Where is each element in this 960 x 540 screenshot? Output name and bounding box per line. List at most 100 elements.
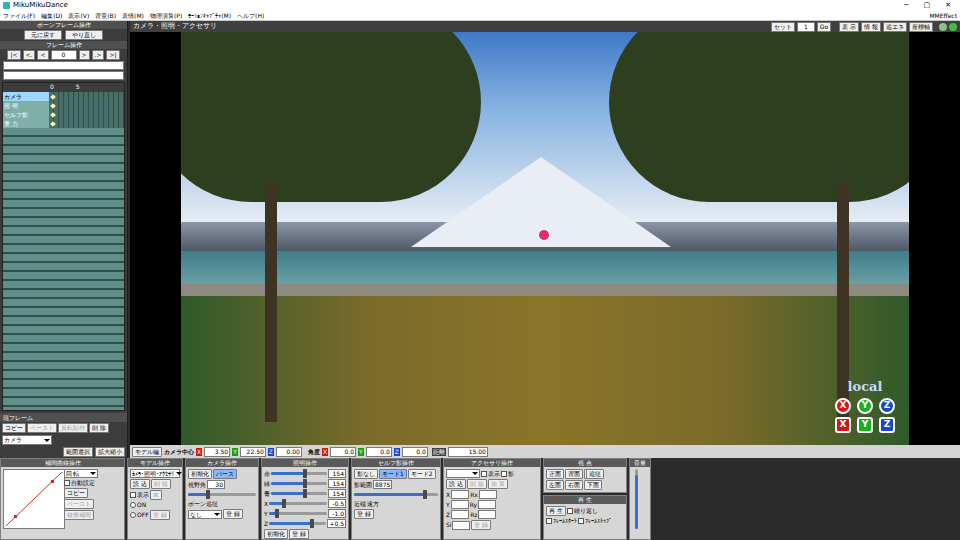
frame-nav-button[interactable]: < (37, 50, 48, 60)
checkbox-box[interactable] (130, 492, 136, 498)
axis-handle[interactable]: Y (857, 398, 873, 414)
track-row[interactable]: 重 力 (3, 119, 124, 128)
menu-item[interactable]: 物理演算(P) (150, 12, 182, 20)
frame-nav-button[interactable]: > (79, 50, 90, 60)
range-button[interactable]: 範囲選択 (63, 447, 93, 457)
checkbox[interactable]: ﾌﾚｰﾑｽﾄｯﾌﾟ (578, 517, 612, 525)
menu-item[interactable]: 表示(V) (68, 12, 89, 20)
slider-thumb[interactable] (310, 519, 314, 528)
value-field[interactable]: 154 (328, 489, 346, 498)
axis-handle[interactable]: X (835, 417, 851, 433)
undo-button[interactable]: 元に戻す (24, 30, 62, 40)
set-button[interactable]: セット (771, 22, 795, 32)
target-dropdown[interactable]: カメラ (2, 435, 52, 445)
slider-track[interactable] (269, 512, 327, 515)
edit-button[interactable]: 削 除 (89, 423, 109, 433)
panel-button[interactable]: モード1 (379, 469, 407, 479)
coordinate-field[interactable]: 22.50 (240, 447, 266, 457)
menu-item[interactable]: MMEffect (929, 12, 957, 20)
panel-button[interactable]: 初期化 (264, 529, 288, 539)
range-button[interactable]: 拡大縮小 (95, 447, 125, 457)
axis-handle[interactable]: Y (857, 417, 873, 433)
track-keys[interactable] (49, 101, 124, 110)
set-field[interactable]: 1 (797, 22, 815, 32)
coordinate-field[interactable]: 0.0 (402, 447, 428, 457)
slider-track[interactable] (269, 522, 326, 525)
value-field[interactable]: 30 (207, 480, 225, 489)
panel-button[interactable]: モード2 (408, 469, 436, 479)
panel-button[interactable]: 左面 (546, 480, 564, 490)
panel-button[interactable]: 下面 (584, 480, 602, 490)
panel-button[interactable]: コピー (64, 488, 88, 498)
panel-button[interactable]: 読 込 (446, 479, 466, 489)
checkbox-box[interactable] (501, 471, 507, 477)
distance-field[interactable]: 15.00 (448, 447, 488, 457)
value-field[interactable]: -0.5 (328, 499, 346, 508)
slider-thumb[interactable] (303, 479, 307, 488)
track-keys[interactable] (49, 110, 124, 119)
panel-button[interactable]: 登 録 (223, 509, 243, 519)
checkbox[interactable]: 影 (501, 470, 514, 478)
radio-circle[interactable] (130, 512, 136, 518)
window-control[interactable]: ─ (898, 1, 914, 10)
window-control[interactable]: ▢ (918, 1, 937, 10)
track-keys[interactable] (49, 92, 124, 101)
curve-editor[interactable] (3, 469, 65, 529)
slider-thumb[interactable] (303, 489, 307, 498)
panel-button[interactable]: 正面 (546, 469, 564, 479)
checkbox[interactable]: 自動設定 (64, 479, 95, 487)
effect-icon[interactable] (939, 23, 947, 31)
panel-button[interactable]: 登 録 (354, 509, 374, 519)
add-icon[interactable] (949, 23, 957, 31)
panel-button[interactable]: 登 録 (289, 529, 309, 539)
track-row[interactable]: セルフ影 (3, 110, 124, 119)
checkbox-box[interactable] (64, 480, 70, 486)
menu-item[interactable]: 表情(M) (122, 12, 144, 20)
value-field[interactable] (478, 510, 496, 519)
window-control[interactable]: ✕ (939, 1, 957, 10)
checkbox-box[interactable] (567, 508, 573, 514)
frame-number-field[interactable]: 0 (51, 50, 77, 60)
menu-item[interactable]: ファイル(F) (3, 12, 35, 20)
slider-thumb[interactable] (423, 490, 427, 499)
value-field[interactable] (478, 500, 496, 509)
slider-thumb[interactable] (303, 469, 307, 478)
dropdown[interactable]: 回 転 (64, 469, 98, 478)
value-field[interactable] (479, 490, 497, 499)
edit-button[interactable]: コピー (2, 423, 26, 433)
blank-field[interactable] (3, 71, 124, 80)
axis-handle[interactable]: X (835, 398, 851, 414)
checkbox-box[interactable] (578, 518, 584, 524)
panel-button[interactable]: パース (213, 469, 237, 479)
checkbox[interactable]: ﾌﾚｰﾑｽﾀｰﾄ (546, 517, 577, 525)
view-tool-button[interactable]: 追エネ (883, 22, 907, 32)
slider-track[interactable] (188, 493, 256, 496)
slider-thumb[interactable] (206, 490, 210, 499)
volume-track[interactable] (635, 469, 638, 529)
checkbox-box[interactable] (546, 518, 552, 524)
coordinate-field[interactable]: 0.0 (330, 447, 356, 457)
slider-track[interactable] (271, 492, 327, 495)
keyframe-icon[interactable] (50, 112, 56, 118)
panel-button[interactable]: 再 生 (546, 506, 566, 516)
menu-item[interactable]: ヘルプ(H) (237, 12, 264, 20)
radio-circle[interactable] (130, 502, 136, 508)
panel-button[interactable]: 影なし (354, 469, 378, 479)
track-row[interactable]: カメラ (3, 92, 124, 101)
checkbox-box[interactable] (481, 471, 487, 477)
slider-thumb[interactable] (275, 509, 279, 518)
panel-button[interactable]: 右面 (565, 480, 583, 490)
dropdown[interactable]: ｶﾒﾗ･照明･ｱｸｾｻﾘ (130, 469, 180, 478)
checkbox[interactable]: 繰り返し (567, 507, 598, 515)
frame-nav-button[interactable]: >| (106, 50, 119, 60)
track-name[interactable]: 重 力 (3, 119, 49, 128)
panel-button[interactable]: 読 込 (130, 479, 150, 489)
value-field[interactable] (451, 510, 469, 519)
value-field[interactable] (451, 490, 469, 499)
track-keys[interactable] (49, 119, 124, 128)
panel-button[interactable]: 追従 (586, 469, 604, 479)
track-name[interactable]: 照 明 (3, 101, 49, 110)
axis-handle[interactable]: Z (879, 398, 895, 414)
frame-nav-button[interactable]: |< (7, 50, 20, 60)
slider-thumb[interactable] (282, 499, 286, 508)
